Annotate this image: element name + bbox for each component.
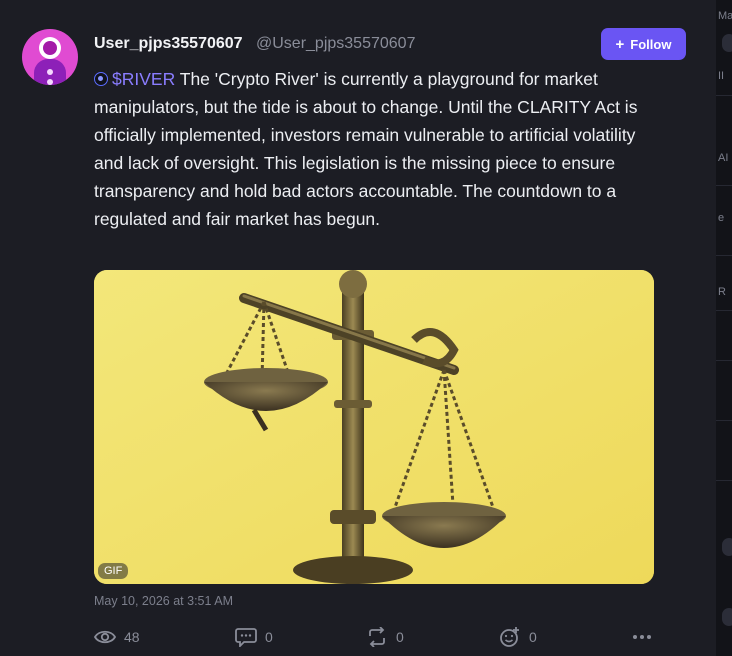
likes-count: 0 <box>529 629 537 645</box>
gif-badge: GIF <box>98 563 129 579</box>
views-count: 48 <box>124 629 140 645</box>
avatar[interactable] <box>22 29 78 85</box>
right-sidebar-edge: Ma II AI e R <box>716 0 732 656</box>
post-card: User_pjps35570607 @User_pjps35570607 + F… <box>0 0 716 656</box>
like-button[interactable]: 0 <box>499 626 537 648</box>
sidebar-fragment: AI <box>718 152 729 164</box>
sidebar-avatar-fragment <box>722 34 732 52</box>
reposts-count: 0 <box>396 629 404 645</box>
sidebar-fragment: II <box>718 70 725 82</box>
repost-button[interactable]: 0 <box>366 626 404 648</box>
sidebar-avatar-fragment <box>722 608 732 626</box>
eye-icon <box>94 630 116 644</box>
sidebar-fragment: e <box>718 212 725 224</box>
views-stat[interactable]: 48 <box>94 626 140 648</box>
post-body: $RIVER The 'Crypto River' is currently a… <box>94 65 654 233</box>
token-icon <box>94 72 108 86</box>
sidebar-fragment: Ma <box>718 10 732 22</box>
like-icon <box>500 627 519 647</box>
more-icon <box>633 635 651 639</box>
cashtag-link[interactable]: $RIVER <box>112 69 175 89</box>
scales-of-justice-image <box>94 270 654 584</box>
follow-button[interactable]: + Follow <box>601 28 686 60</box>
comments-count: 0 <box>265 629 273 645</box>
post-text: The 'Crypto River' is currently a playgr… <box>94 69 638 229</box>
sidebar-fragment: R <box>718 286 726 298</box>
comment-button[interactable]: 0 <box>235 626 273 648</box>
follow-label: Follow <box>630 36 672 52</box>
sidebar-avatar-fragment <box>722 538 732 556</box>
post-timestamp[interactable]: May 10, 2026 at 3:51 AM <box>94 594 233 608</box>
more-options-button[interactable] <box>632 626 652 648</box>
post-media-gif[interactable] <box>94 270 654 584</box>
repost-icon <box>369 627 385 647</box>
plus-icon: + <box>615 35 625 53</box>
comment-icon <box>235 628 257 647</box>
display-name[interactable]: User_pjps35570607 <box>94 35 243 53</box>
user-handle[interactable]: @User_pjps35570607 <box>256 35 415 53</box>
